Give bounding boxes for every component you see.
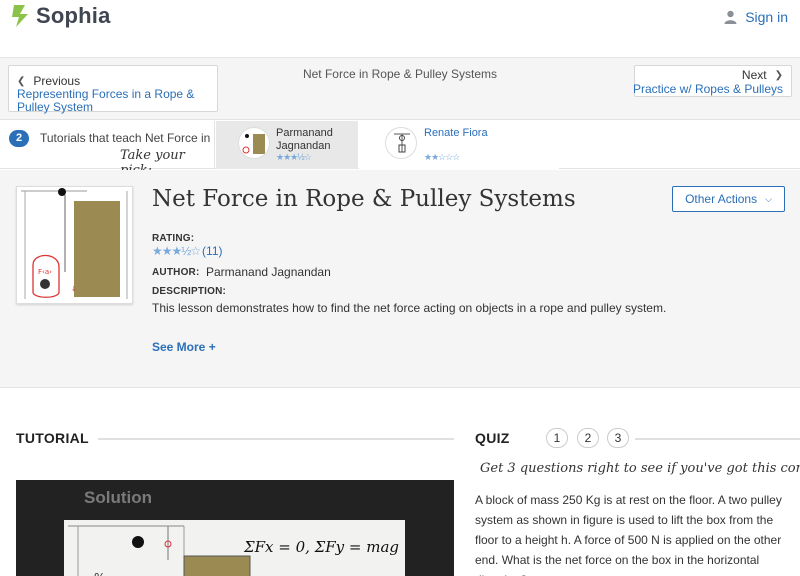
tutorial-option-renate[interactable]: Renate Fiora ★★☆☆☆	[359, 121, 559, 169]
lesson-navigation: ❮ Previous Representing Forces in a Rope …	[0, 58, 800, 120]
sophia-logo-icon	[12, 5, 28, 27]
tutorial-count-panel: 2 Tutorials that teach Net Force in Take…	[0, 121, 215, 178]
site-header: Sophia Sign in	[0, 0, 800, 58]
rating-stars: ★★★½☆	[152, 244, 201, 258]
user-icon	[724, 10, 737, 24]
tutorial-heading: TUTORIAL	[16, 430, 89, 446]
lesson-info: F‹a› ↓ Net Force in Rope & Pulley System…	[0, 170, 800, 388]
author-name: Parmanand Jagnandan	[206, 265, 331, 279]
quiz-heading-rule	[635, 438, 800, 440]
chevron-down-icon: ⌵	[765, 193, 772, 204]
tutorial-count-badge: 2	[9, 130, 29, 147]
other-actions-dropdown[interactable]: Other Actions ⌵	[672, 186, 785, 212]
see-more-link[interactable]: See More +	[152, 340, 216, 354]
tutorial-picker: 2 Tutorials that teach Net Force in Take…	[0, 121, 800, 178]
lesson-title: Net Force in Rope & Pulley Systems	[152, 186, 576, 212]
tutorial-count-text: Tutorials that teach Net Force in	[40, 131, 210, 145]
nav-lesson-title: Net Force in Rope & Pulley Systems	[302, 67, 498, 81]
quiz-question-1-button[interactable]: 1	[546, 428, 568, 448]
next-lesson-link[interactable]: Practice w/ Ropes & Pulleys	[633, 82, 783, 96]
chevron-left-icon: ❮	[17, 75, 26, 87]
quiz-subtitle: Get 3 questions right to see if you've g…	[480, 461, 800, 476]
quiz-heading: QUIZ	[475, 430, 510, 446]
author-label: AUTHOR:	[152, 267, 200, 278]
tutorial-rating-stars: ★★☆☆☆	[424, 152, 460, 162]
svg-text:%: %	[94, 571, 105, 576]
previous-label: Previous	[33, 74, 81, 88]
tutorial-thumbnail	[238, 127, 270, 159]
sign-in-label: Sign in	[745, 9, 788, 25]
video-equation: ΣFx = 0, ΣFy = mag	[243, 538, 399, 556]
rating-row: ★★★½☆ (11)	[152, 244, 223, 258]
lesson-thumbnail[interactable]: F‹a› ↓	[16, 186, 133, 304]
tutorial-option-parmanand[interactable]: Parmanand Jagnandan ★★★½☆	[216, 121, 358, 169]
description-label: DESCRIPTION:	[152, 286, 227, 297]
tutorial-rating-stars: ★★★½☆	[276, 152, 312, 162]
quiz-question-text: A block of mass 250 Kg is at rest on the…	[475, 493, 782, 576]
rating-count-link[interactable]: (11)	[202, 244, 222, 258]
svg-text:F‹a›: F‹a›	[38, 268, 52, 276]
sign-in-button[interactable]: Sign in	[724, 9, 788, 25]
rating-label: RATING:	[152, 233, 195, 244]
tutorial-author: Renate Fiora	[424, 127, 488, 139]
previous-lesson-link[interactable]: Representing Forces in a Rope & Pulley S…	[17, 88, 207, 114]
sophia-logo[interactable]: Sophia	[10, 3, 111, 29]
chevron-right-icon: ❯	[774, 69, 783, 81]
next-lesson-button[interactable]: Next ❯ Practice w/ Ropes & Pulleys	[633, 65, 792, 97]
logo-text: Sophia	[36, 3, 111, 28]
other-actions-label: Other Actions	[685, 192, 758, 206]
tutorial-thumbnail	[385, 127, 417, 159]
lesson-description: This lesson demonstrates how to find the…	[152, 301, 667, 315]
svg-text:↓: ↓	[71, 285, 77, 293]
tutorial-author: Parmanand Jagnandan	[276, 127, 333, 152]
video-solution-heading: Solution	[84, 488, 152, 507]
quiz-question-3-button[interactable]: 3	[607, 428, 629, 448]
previous-lesson-button[interactable]: ❮ Previous Representing Forces in a Rope …	[8, 65, 218, 114]
tutorial-heading-rule	[98, 438, 454, 440]
video-whiteboard: % ΣFx = 0, ΣFy = mag	[64, 520, 405, 576]
next-label: Next	[741, 68, 767, 82]
quiz-question-2-button[interactable]: 2	[577, 428, 599, 448]
tutorial-video[interactable]: Solution % ΣFx = 0, ΣFy = mag	[16, 480, 454, 576]
